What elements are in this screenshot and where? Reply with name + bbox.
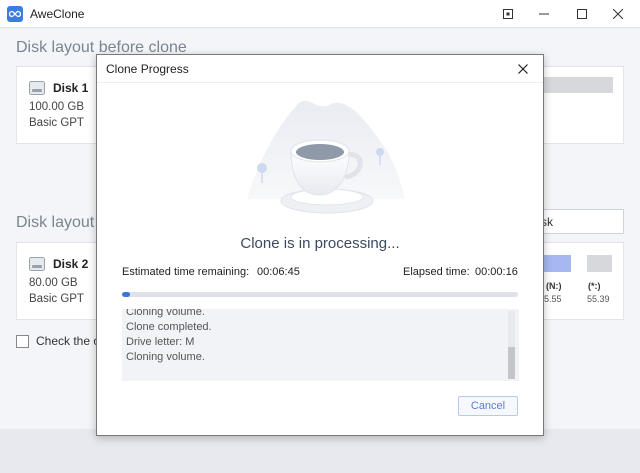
close-icon (518, 64, 528, 74)
disk-1-type: Basic GPT (29, 117, 84, 129)
clone-progress-dialog: Clone Progress Clone is in processing...… (96, 54, 544, 436)
log-line: Cloning volume. (126, 309, 205, 318)
elapsed-time-label: Elapsed time: (403, 266, 470, 278)
close-icon (613, 9, 623, 19)
hard-disk-icon (29, 257, 45, 271)
clone-log-lines: Cloning volume. Clone completed. Drive l… (126, 309, 212, 365)
dialog-close-button[interactable] (509, 58, 537, 80)
cancel-button[interactable]: Cancel (458, 396, 518, 416)
clone-progress-fill (122, 292, 130, 297)
close-window-button[interactable] (600, 0, 636, 28)
elapsed-time-value: 00:00:16 (475, 266, 518, 278)
disk-search-input[interactable]: sk (536, 209, 624, 234)
maximize-icon (577, 9, 587, 19)
partition-star-label: (*:) (588, 281, 601, 291)
disk-1-partition-bar[interactable] (541, 77, 613, 93)
dialog-title-divider (97, 82, 543, 83)
log-scrollbar[interactable] (508, 311, 515, 379)
log-line: Clone completed. (126, 321, 212, 333)
partition-n-bar[interactable] (541, 255, 571, 272)
disk-2-type: Basic GPT (29, 293, 84, 305)
disk-1-name: Disk 1 (53, 81, 89, 95)
pin-icon (503, 9, 513, 19)
disk-2-size: 80.00 GB (29, 277, 78, 289)
minimize-icon (539, 13, 549, 15)
dialog-title: Clone Progress (106, 62, 189, 76)
check-option-checkbox[interactable] (16, 335, 29, 348)
after-clone-title: Disk layout a (16, 214, 108, 231)
app-title: AweClone (30, 7, 85, 21)
coffee-cup-illustration-icon (247, 100, 405, 214)
time-remaining-label: Estimated time remaining: (122, 266, 250, 278)
partition-star-bar[interactable] (587, 255, 612, 272)
log-line: Drive letter: M (126, 336, 195, 348)
partition-n-label: (N:) (546, 281, 562, 291)
hard-disk-icon (29, 81, 45, 95)
log-line: Cloning volume. (126, 351, 205, 363)
log-scrollbar-thumb[interactable] (508, 347, 515, 379)
maximize-button[interactable] (564, 0, 600, 28)
clone-progress-bar (122, 292, 518, 297)
partition-n-size: 5.55 (544, 294, 562, 304)
pin-window-button[interactable] (490, 0, 526, 28)
time-remaining-value: 00:06:45 (257, 266, 300, 278)
app-logo-icon (7, 6, 23, 22)
disk-2-name: Disk 2 (53, 257, 89, 271)
clone-log-panel[interactable]: Cloning volume. Clone completed. Drive l… (122, 309, 519, 381)
clone-status-text: Clone is in processing... (240, 235, 400, 252)
minimize-button[interactable] (526, 0, 562, 28)
app-titlebar: AweClone (0, 0, 640, 28)
partition-star-size: 55.39 (587, 294, 610, 304)
disk-1-size: 100.00 GB (29, 101, 84, 113)
